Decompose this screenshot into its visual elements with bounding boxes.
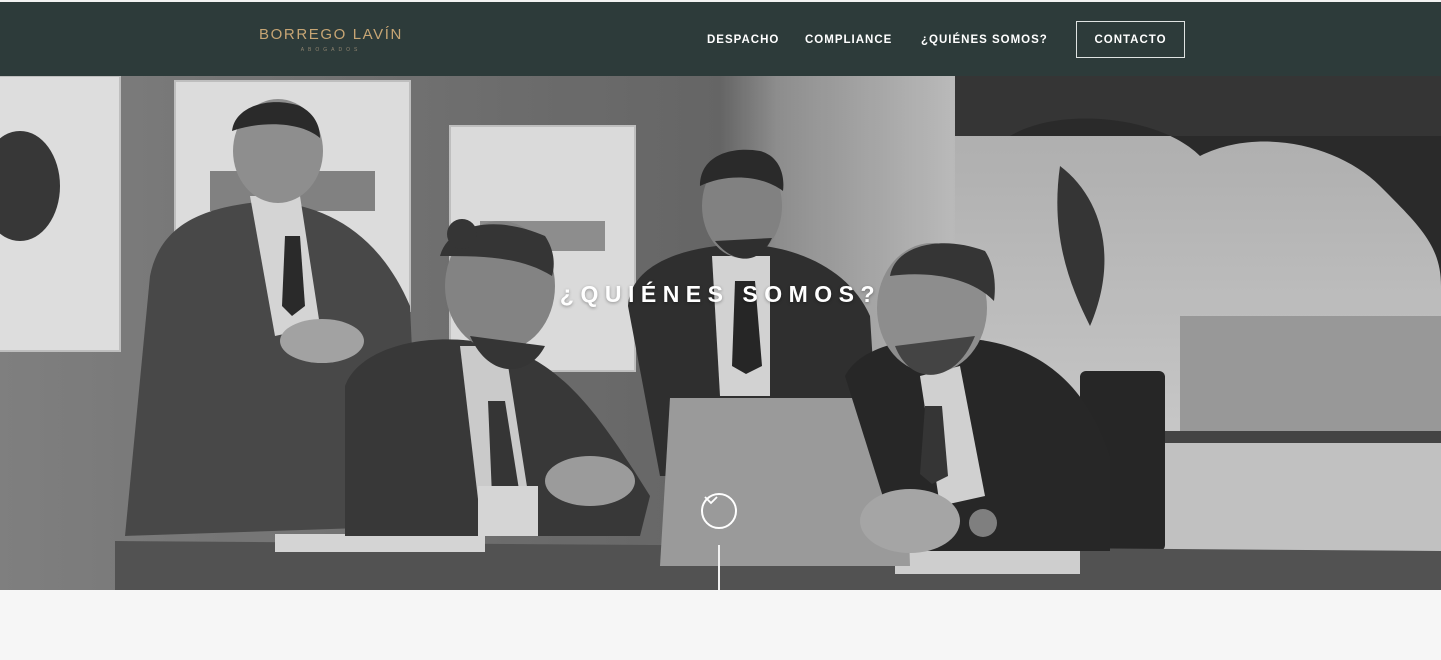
- nav-item-quienes-somos[interactable]: ¿QUIÉNES SOMOS?: [921, 34, 1048, 46]
- scroll-down-button[interactable]: [701, 493, 737, 529]
- nav-item-despacho[interactable]: DESPACHO: [707, 34, 779, 46]
- scroll-indicator-line: [718, 545, 720, 590]
- chevron-down-icon: [704, 496, 718, 505]
- nav-item-compliance[interactable]: COMPLIANCE: [805, 34, 892, 46]
- brand-logo[interactable]: BORREGO LAVÍN ABOGADOS: [256, 26, 406, 53]
- brand-tagline: ABOGADOS: [300, 47, 362, 53]
- contact-button[interactable]: CONTACTO: [1076, 21, 1185, 58]
- content-section: [0, 590, 1441, 660]
- site-header: BORREGO LAVÍN ABOGADOS DESPACHO COMPLIAN…: [0, 0, 1441, 76]
- hero-title: ¿QUIÉNES SOMOS?: [559, 281, 882, 307]
- brand-name: BORREGO LAVÍN: [259, 26, 403, 43]
- hero-banner: ¿QUIÉNES SOMOS?: [0, 76, 1441, 590]
